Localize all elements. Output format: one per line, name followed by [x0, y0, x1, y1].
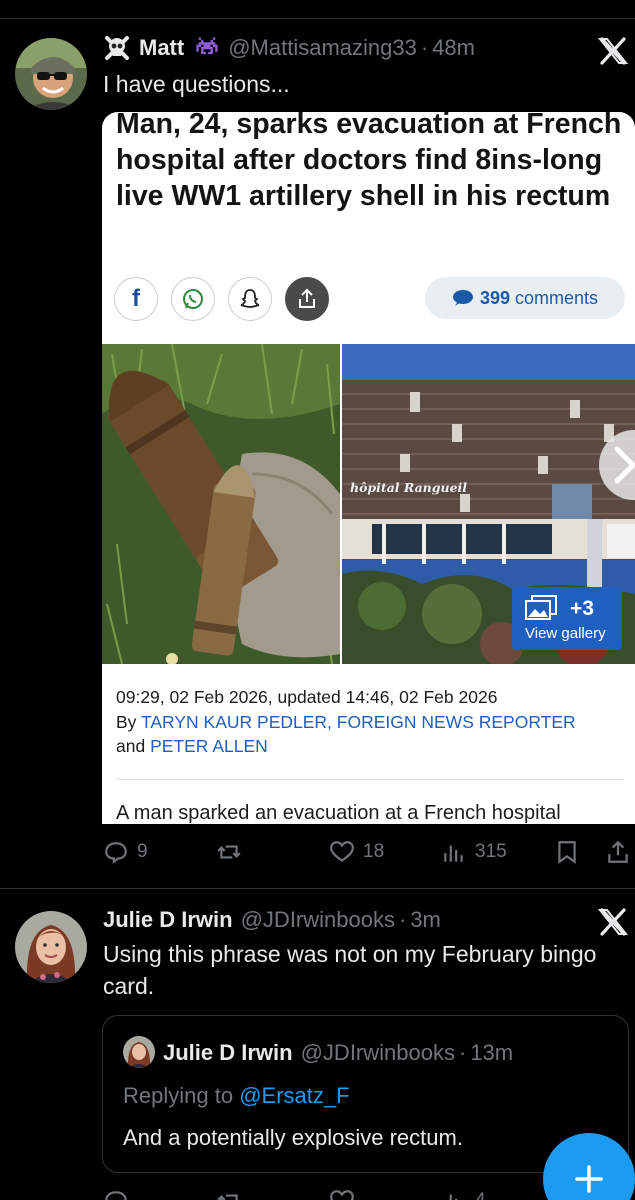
- tweet2-display-name[interactable]: Julie D Irwin: [103, 907, 233, 933]
- x-grok-icon[interactable]: [597, 36, 629, 66]
- comments-button[interactable]: 399 comments: [425, 277, 625, 319]
- like-button[interactable]: [329, 1188, 363, 1200]
- speech-bubble-icon: [452, 290, 473, 306]
- article-card[interactable]: Man, 24, sparks evacuation at French hos…: [102, 112, 635, 824]
- views-icon: [449, 1194, 458, 1200]
- quoted-avatar[interactable]: [123, 1036, 155, 1068]
- views-button[interactable]: 4: [441, 1188, 486, 1200]
- comments-label: comments: [515, 287, 599, 308]
- bookmark-button[interactable]: [554, 839, 588, 865]
- share-icon: [299, 288, 315, 308]
- whatsapp-icon: [183, 289, 203, 309]
- views-count: 315: [475, 841, 507, 862]
- heart-icon: [330, 1190, 354, 1200]
- tweet1-display-name[interactable]: Matt: [139, 35, 184, 61]
- comments-count: 399: [479, 287, 510, 308]
- article-byline: By TARYN KAUR PEDLER, FOREIGN NEWS REPOR…: [116, 712, 576, 733]
- author2-link[interactable]: PETER ALLEN: [150, 736, 268, 756]
- tweet2-actions: 4: [0, 1188, 635, 1200]
- share-button[interactable]: [605, 839, 635, 865]
- plus-icon: [575, 1165, 603, 1193]
- reply-icon: [105, 842, 127, 864]
- quoted-handle[interactable]: @JDIrwinbooks: [301, 1040, 455, 1066]
- view-gallery-button[interactable]: +3 View gallery: [512, 587, 622, 650]
- tweet2-header: Julie D Irwin @JDIrwinbooks · 3m: [103, 907, 441, 933]
- tweet2-time[interactable]: 3m: [410, 907, 441, 933]
- retweet-button[interactable]: [216, 1188, 250, 1200]
- tweet2-text: Using this phrase was not on my February…: [103, 941, 597, 999]
- whatsapp-share-button[interactable]: [171, 277, 215, 321]
- article-byline-2: and PETER ALLEN: [116, 736, 268, 757]
- views-icon: [444, 845, 463, 862]
- article-lede: A man sparked an evacuation at a French …: [116, 802, 561, 824]
- gallery-count: +3: [570, 597, 594, 620]
- by-label: By: [116, 712, 137, 732]
- artillery-shell-image[interactable]: [102, 344, 340, 664]
- x-grok-icon[interactable]: [597, 907, 629, 937]
- views-button[interactable]: 315: [441, 839, 507, 865]
- replying-to-handle[interactable]: @Ersatz_F: [239, 1083, 349, 1108]
- tweet1-handle[interactable]: @Mattisamazing33: [228, 35, 417, 61]
- reply-icon: [105, 1191, 127, 1200]
- gallery-icon: [525, 595, 557, 620]
- like-button[interactable]: 18: [329, 839, 384, 865]
- top-divider: [0, 18, 635, 19]
- card-divider: [116, 779, 624, 780]
- retweet-button[interactable]: [216, 839, 250, 865]
- reply-count: 9: [137, 841, 148, 862]
- quoted-time: 13m: [470, 1040, 514, 1065]
- quoted-text: And a potentially explosive rectum.: [123, 1125, 463, 1150]
- facebook-share-button[interactable]: f: [114, 277, 158, 321]
- heart-icon: [330, 841, 354, 862]
- retweet-icon: [217, 1194, 238, 1200]
- like-count: 18: [363, 841, 385, 862]
- bookmark-icon: [558, 841, 576, 864]
- replying-to-label: Replying to: [123, 1083, 234, 1108]
- snapchat-icon: [240, 289, 260, 308]
- article-timestamp: 09:29, 02 Feb 2026, updated 14:46, 02 Fe…: [116, 687, 498, 707]
- separator-dot: ·: [398, 907, 407, 932]
- tweet2-handle[interactable]: @JDIrwinbooks: [241, 907, 395, 933]
- separator-dot: ·: [458, 1040, 467, 1065]
- skull-crossbones-icon: [103, 34, 131, 62]
- quoted-tweet[interactable]: Julie D Irwin @JDIrwinbooks · 13m Replyi…: [102, 1015, 629, 1173]
- tweet-divider: [0, 888, 635, 889]
- tweet1-text: I have questions...: [103, 71, 290, 97]
- quoted-header: Julie D Irwin @JDIrwinbooks · 13m: [163, 1040, 513, 1066]
- space-invader-icon: [194, 37, 220, 59]
- native-share-button[interactable]: [285, 277, 329, 321]
- chevron-right-icon: [614, 446, 635, 484]
- reply-button[interactable]: 9: [103, 839, 148, 865]
- facebook-icon: f: [132, 285, 140, 312]
- quoted-display-name[interactable]: Julie D Irwin: [163, 1040, 293, 1066]
- tweet1-header: Matt @Mattisamazing33 · 48m: [103, 34, 475, 62]
- and-label: and: [116, 736, 146, 756]
- image-caption: hôpital Rangueil: [350, 480, 468, 495]
- gallery-label: View gallery: [525, 625, 606, 642]
- snapchat-share-button[interactable]: [228, 277, 272, 321]
- reply-button[interactable]: [103, 1188, 137, 1200]
- quoted-replying: Replying to @Ersatz_F: [123, 1080, 350, 1112]
- retweet-icon: [217, 845, 241, 859]
- views-count: 4: [475, 1190, 486, 1200]
- tweet1-actions: 9 18 315: [0, 839, 635, 869]
- avatar-matt[interactable]: [15, 38, 87, 110]
- share-icon: [608, 840, 628, 863]
- avatar-julie[interactable]: [15, 911, 87, 983]
- tweet1-time[interactable]: 48m: [432, 35, 475, 61]
- separator-dot: ·: [420, 35, 429, 60]
- author1-link[interactable]: TARYN KAUR PEDLER, FOREIGN NEWS REPORTER: [141, 712, 576, 732]
- article-headline[interactable]: Man, 24, sparks evacuation at French hos…: [116, 112, 626, 214]
